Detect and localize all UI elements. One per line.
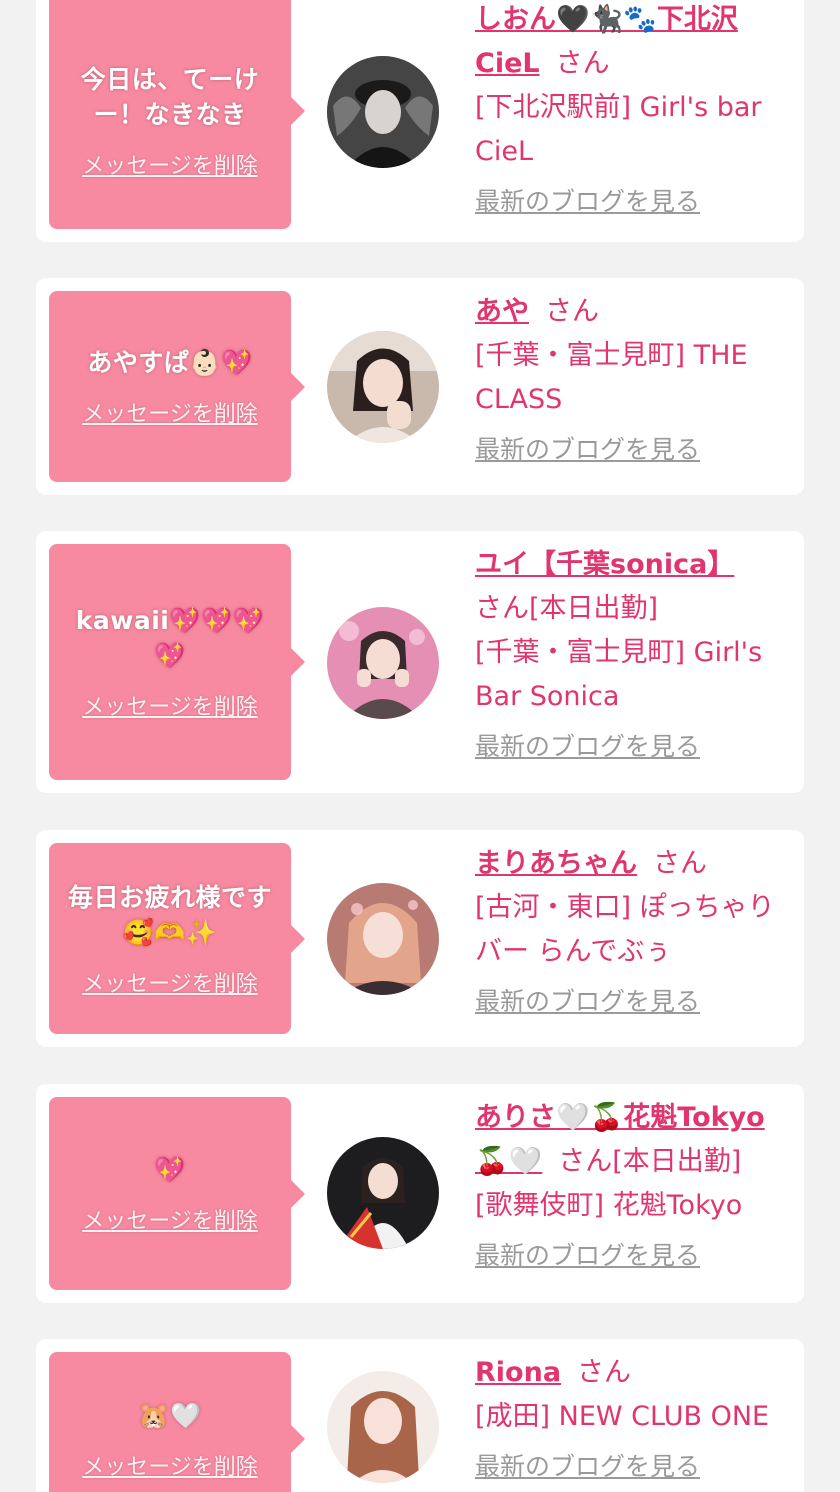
- honorific-label: さん: [545, 296, 599, 327]
- shop-label: [千葉・富士見町] Girl's Bar Sonica: [475, 637, 763, 712]
- shop-label: [歌舞伎町] 花魁Tokyo: [475, 1190, 743, 1221]
- latest-blog-link[interactable]: 最新のブログを見る: [475, 428, 700, 472]
- message-card: 今日は、てーけー！なきなき メッセージを削除 しおん🖤🐈‍⬛🐾下北沢CieL さん…: [36, 0, 804, 242]
- latest-blog-link[interactable]: 最新のブログを見る: [475, 1445, 700, 1489]
- delete-message-button[interactable]: メッセージを削除: [82, 689, 258, 721]
- message-bubble: あやすぱ👶🏻💖 メッセージを削除: [49, 291, 305, 482]
- message-bubble: kawaii💖💖💖💖 メッセージを削除: [49, 544, 305, 780]
- message-bubble: 💖 メッセージを削除: [49, 1097, 305, 1290]
- cast-name-link[interactable]: あや: [475, 296, 529, 327]
- message-card: あやすぱ👶🏻💖 メッセージを削除 あや さん [千葉・富士見町] THE CLAS…: [36, 278, 804, 495]
- avatar[interactable]: [327, 607, 439, 719]
- shop-label: [千葉・富士見町] THE CLASS: [475, 340, 748, 415]
- delete-message-button[interactable]: メッセージを削除: [82, 148, 258, 180]
- message-bubble: 毎日お疲れ様です🥰🫶✨ メッセージを削除: [49, 843, 305, 1034]
- honorific-label: さん: [558, 1146, 613, 1177]
- message-card: 💖 メッセージを削除 ありさ🤍🍒花魁Tokyo🍒🤍 さん[本日出勤] [歌舞伎町]…: [36, 1084, 804, 1303]
- message-text: 💖: [154, 1155, 186, 1184]
- message-text: 今日は、てーけー！なきなき: [80, 65, 260, 129]
- profile-photo-icon: [327, 1137, 439, 1249]
- attendance-status: [本日出勤]: [529, 593, 659, 624]
- delete-message-button[interactable]: メッセージを削除: [82, 1203, 258, 1235]
- avatar[interactable]: [327, 1137, 439, 1249]
- avatar[interactable]: [327, 883, 439, 995]
- latest-blog-link[interactable]: 最新のブログを見る: [475, 980, 700, 1024]
- avatar[interactable]: [327, 56, 439, 168]
- shop-label: [古河・東口] ぽっちゃりバー らんでぶぅ: [475, 892, 775, 967]
- cast-name-link[interactable]: まりあちゃん: [475, 848, 637, 879]
- latest-blog-link[interactable]: 最新のブログを見る: [475, 725, 700, 769]
- message-card: kawaii💖💖💖💖 メッセージを削除 ユイ【千葉sonica】 さん[本日出勤…: [36, 531, 804, 793]
- latest-blog-link[interactable]: 最新のブログを見る: [475, 180, 700, 224]
- message-bubble: 🐹🤍 メッセージを削除: [49, 1352, 305, 1492]
- cast-name-link[interactable]: Riona: [475, 1357, 561, 1388]
- shop-label: [成田] NEW CLUB ONE: [475, 1401, 770, 1432]
- attendance-status: [本日出勤]: [612, 1146, 742, 1177]
- profile-photo-icon: [327, 1371, 439, 1483]
- avatar[interactable]: [327, 1371, 439, 1483]
- profile-photo-icon: [327, 607, 439, 719]
- message-card: 毎日お疲れ様です🥰🫶✨ メッセージを削除 まりあちゃん さん [古河・東口] ぽっ…: [36, 830, 804, 1047]
- message-bubble: 今日は、てーけー！なきなき メッセージを削除: [49, 0, 305, 229]
- honorific-label: さん: [577, 1357, 632, 1388]
- honorific-label: さん: [475, 593, 529, 624]
- latest-blog-link[interactable]: 最新のブログを見る: [475, 1234, 700, 1278]
- delete-message-button[interactable]: メッセージを削除: [82, 966, 258, 998]
- profile-photo-icon: [327, 56, 439, 168]
- honorific-label: さん: [555, 48, 610, 79]
- delete-message-button[interactable]: メッセージを削除: [82, 396, 258, 428]
- avatar[interactable]: [327, 331, 439, 443]
- honorific-label: さん: [653, 848, 707, 879]
- cast-name-link[interactable]: ユイ【千葉sonica】: [475, 549, 734, 580]
- profile-photo-icon: [327, 883, 439, 995]
- message-card: 🐹🤍 メッセージを削除 Riona さん [成田] NEW CLUB ONE 最新…: [36, 1339, 804, 1492]
- message-text: 🐹🤍: [138, 1400, 202, 1430]
- message-text: あやすぱ👶🏻💖: [87, 348, 253, 377]
- shop-label: [下北沢駅前] Girl's bar CieL: [475, 92, 762, 167]
- profile-photo-icon: [327, 331, 439, 443]
- message-text: kawaii💖💖💖💖: [75, 606, 265, 670]
- delete-message-button[interactable]: メッセージを削除: [82, 1449, 258, 1481]
- message-text: 毎日お疲れ様です🥰🫶✨: [67, 882, 272, 947]
